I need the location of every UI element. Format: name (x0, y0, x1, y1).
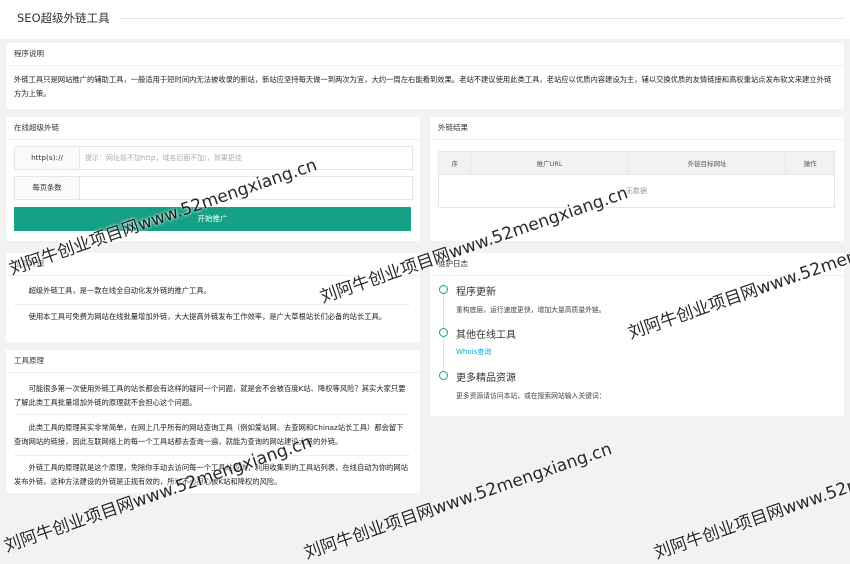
title-divider (120, 18, 844, 19)
perpage-field: 每页条数 (14, 176, 413, 200)
divider (14, 304, 410, 305)
col-url[interactable]: 推广URL (470, 151, 629, 175)
intro-text: 外链工具只是网站推广的辅助工具，一般适用于短时间内无法被收录的新站，新站应坚持每… (14, 75, 832, 98)
principle-p1: 可能很多第一次使用外链工具的站长都会有这样的疑问一个问题，就是会不会被百度K站、… (14, 384, 406, 407)
principle-p3: 外链工具的原理就是这个原理，免除你手动去访问每一个工具站查询，利用收集到的工具站… (14, 463, 409, 486)
col-action[interactable]: 操作 (785, 151, 835, 175)
timeline-dot (439, 328, 448, 337)
table-row: 无数据 (439, 175, 835, 208)
tool-intro-p1: 超级外链工具，是一款在线全自动化发外链的推广工具。 (28, 286, 212, 295)
log-item-text: 更多资源请访问本站，或在搜索网站输入关键词： (456, 392, 606, 400)
col-index[interactable]: 序 (437, 151, 472, 175)
timeline-dot (439, 285, 448, 294)
page-title: SEO超级外链工具 (17, 11, 110, 25)
whois-link[interactable]: Whois查询 (456, 347, 491, 357)
watermark: 刘阿牛创业项目网www.52mengxiang.cn (651, 439, 850, 564)
divider (14, 455, 410, 456)
result-heading: 外链结果 (430, 117, 844, 140)
divider (14, 414, 410, 415)
principle-p2: 此类工具的原理其实非常简单，在网上几乎所有的网站查询工具（例如爱站网、去查网和C… (14, 423, 404, 446)
intro-heading: 程序说明 (6, 43, 844, 66)
log-item-title: 程序更新 (456, 287, 496, 298)
table-header-row: 序 推广URL 外链目标网址 操作 (437, 151, 835, 175)
top-bar: SEO超级外链工具 (0, 0, 850, 39)
perpage-label: 每页条数 (15, 177, 80, 199)
start-promote-button[interactable]: 开始推广 (14, 207, 411, 231)
log-heading: 维护日志 (430, 253, 844, 276)
principle-heading: 工具原理 (6, 350, 420, 373)
url-input[interactable] (85, 149, 405, 166)
log-item-title: 更多精品资源 (456, 373, 516, 384)
tool-intro-heading: 工具介绍 (6, 253, 420, 276)
result-table: 序 推广URL 外链目标网址 操作 无数据 (437, 151, 835, 208)
online-heading: 在线超级外链 (6, 117, 420, 140)
log-item-text: 重构底层，运行速度更快，增加大量高质量外链。 (456, 306, 606, 314)
table-empty: 无数据 (626, 187, 647, 195)
col-target[interactable]: 外链目标网址 (627, 151, 787, 175)
url-field: http(s):// (14, 146, 413, 170)
log-item-title: 其他在线工具 (456, 330, 516, 341)
timeline-dot (439, 371, 448, 380)
url-label: http(s):// (15, 147, 80, 169)
tool-intro-p2: 使用本工具可免费为网站在线批量增加外链，大大提高外链发布工作效率，是广大草根站长… (28, 312, 387, 321)
perpage-input[interactable] (85, 179, 405, 196)
